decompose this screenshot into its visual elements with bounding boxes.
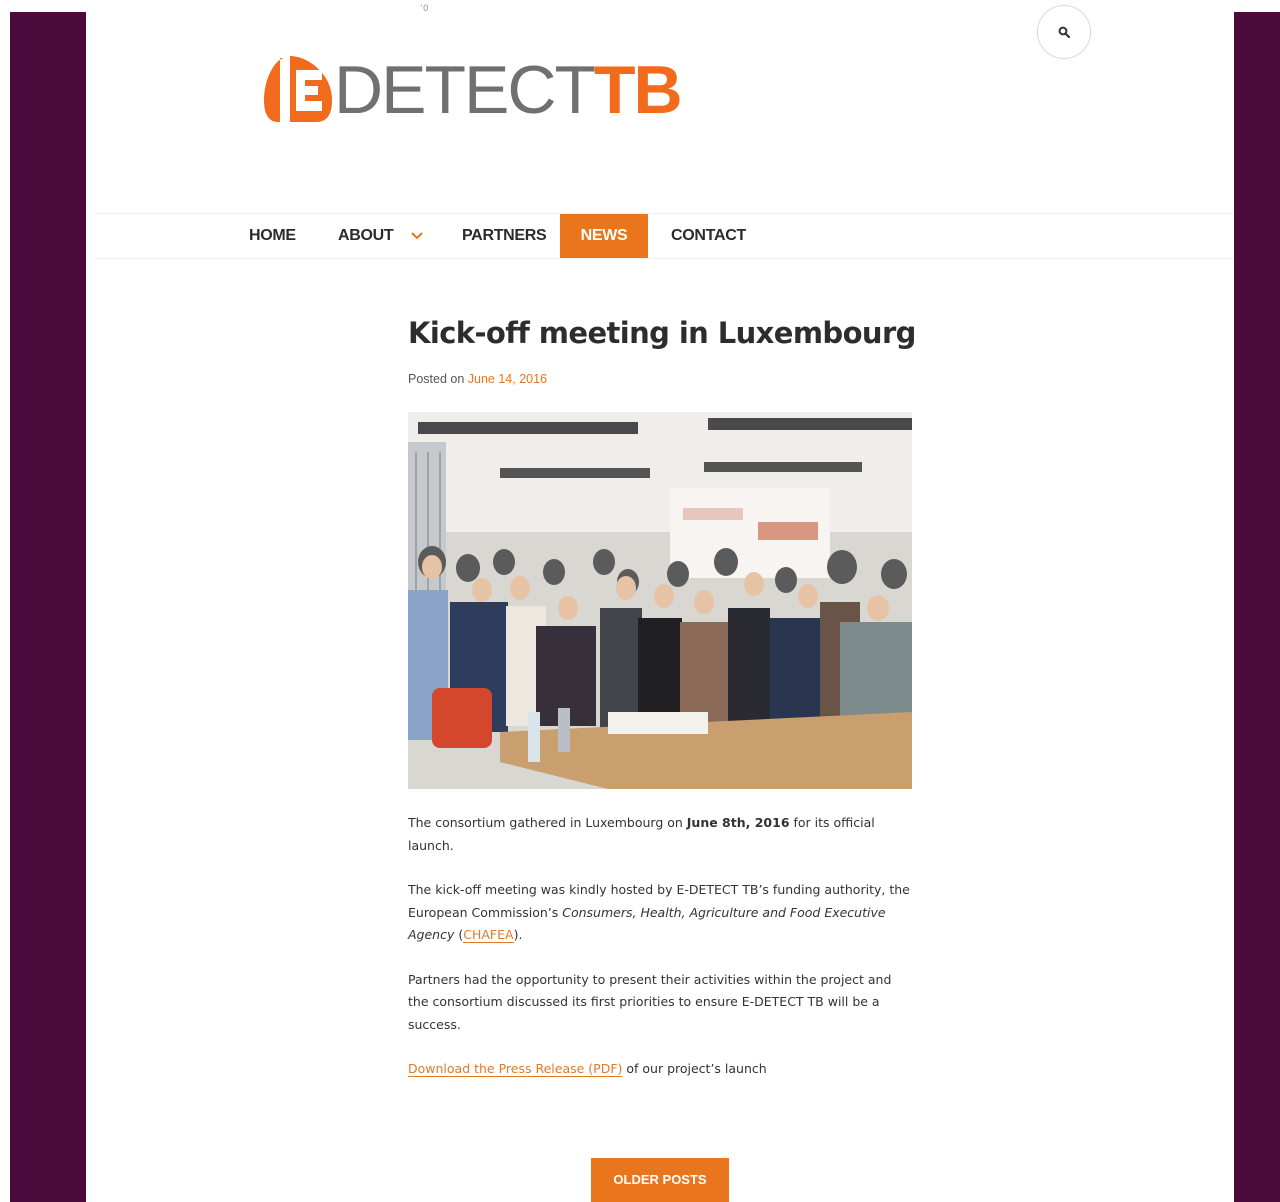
- p4-text: of our project’s launch: [622, 1061, 767, 1076]
- post-paragraph-2: The kick-off meeting was kindly hosted b…: [408, 879, 912, 947]
- p1-date: June 8th, 2016: [686, 815, 790, 830]
- main-navigation: HOME ABOUT PARTNERS NEWS CONTACT: [94, 213, 1234, 259]
- nav-item-partners[interactable]: PARTNERS: [462, 214, 547, 258]
- nav-item-news[interactable]: NEWS: [560, 214, 648, 258]
- press-release-link[interactable]: Download the Press Release (PDF): [408, 1061, 623, 1077]
- older-posts-button[interactable]: OLDER POSTS: [591, 1158, 729, 1202]
- nav-item-home[interactable]: HOME: [249, 214, 296, 258]
- meeting-photo-image: [408, 412, 912, 789]
- chafea-link[interactable]: CHAFEA: [463, 927, 514, 943]
- p2-text-b: (: [454, 927, 464, 942]
- post-paragraph-1: The consortium gathered in Luxembourg on…: [408, 812, 912, 857]
- nav-item-contact[interactable]: CONTACT: [671, 214, 746, 258]
- nav-item-about[interactable]: ABOUT: [338, 214, 394, 258]
- logo-tb: TB: [594, 52, 683, 128]
- post-paragraph-4: Download the Press Release (PDF) of our …: [408, 1058, 912, 1081]
- post-meta: Posted on June 14, 2016: [408, 372, 547, 386]
- post-paragraph-3: Partners had the opportunity to present …: [408, 971, 892, 1032]
- posted-on-label: Posted on: [408, 372, 465, 386]
- chevron-down-icon[interactable]: [410, 230, 424, 240]
- post-featured-image: [408, 412, 912, 789]
- logo-detect: DETECT: [334, 52, 596, 128]
- search-button[interactable]: [1037, 5, 1091, 59]
- p2-text-c: ).: [513, 927, 523, 942]
- site-logo[interactable]: DETECTTB: [256, 50, 683, 130]
- page-container: DETECTTB HOME ABOUT PARTNERS NEWS CONTAC…: [86, 5, 1234, 1202]
- post-content: The consortium gathered in Luxembourg on…: [408, 812, 912, 1103]
- logo-mark-icon: [264, 56, 332, 122]
- post-date-link[interactable]: June 14, 2016: [468, 372, 547, 386]
- p1-text-a: The consortium gathered in Luxembourg on: [408, 815, 687, 830]
- search-icon: [1058, 26, 1070, 38]
- logo-text: DETECTTB: [334, 56, 683, 124]
- post-title[interactable]: Kick-off meeting in Luxembourg: [408, 316, 916, 350]
